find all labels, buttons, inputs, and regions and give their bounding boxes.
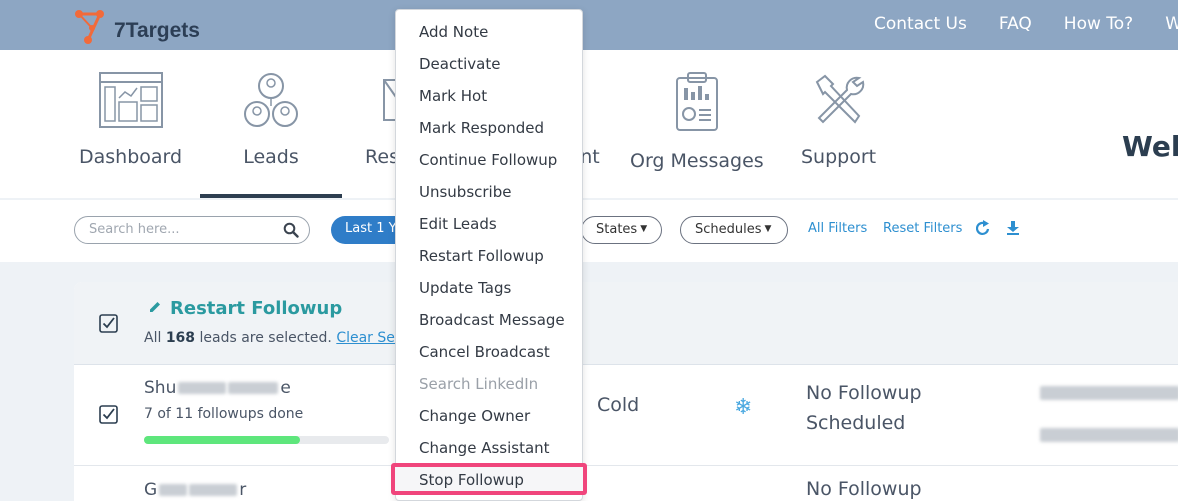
nav-org-messages[interactable]: Org Messages (630, 72, 764, 172)
menu-item-mark-hot[interactable]: Mark Hot (396, 80, 582, 112)
pencil-icon (150, 302, 160, 312)
search-input[interactable] (89, 222, 279, 237)
followup-progress-bar (144, 436, 389, 444)
top-bar: 7Targets Contact Us FAQ How To? W (0, 0, 1178, 50)
logo-text: 7Targets (114, 19, 200, 42)
followup-progress-text: 7 of 11 followups done (144, 406, 304, 422)
redacted-text (189, 484, 238, 496)
truncated-top-link[interactable]: W (1165, 14, 1178, 34)
lead-name[interactable]: Shu e (144, 378, 291, 398)
selection-suffix: leads are selected. (199, 330, 332, 346)
bulk-action-title: Restart Followup (148, 298, 342, 319)
lead-name-prefix: Shu (144, 378, 177, 398)
nav-support[interactable]: Support (801, 72, 876, 168)
dashboard-icon (98, 72, 163, 128)
schedule-line-1: No Followup (806, 382, 922, 404)
states-dropdown[interactable]: States ▼ (581, 216, 662, 244)
menu-item-stop-followup[interactable]: Stop Followup (391, 463, 587, 495)
menu-item-deactivate[interactable]: Deactivate (396, 48, 582, 80)
refresh-icon[interactable] (976, 220, 990, 236)
lead-name-suffix: e (280, 378, 291, 398)
redacted-phone (1040, 428, 1178, 442)
lead-name[interactable]: Gr (144, 480, 246, 500)
menu-item-add-note[interactable]: Add Note (396, 16, 582, 48)
chevron-down-icon: ▼ (764, 224, 772, 234)
contact-us-link[interactable]: Contact Us (874, 14, 967, 34)
nav-leads[interactable]: Leads (243, 72, 299, 168)
selection-prefix: All (144, 330, 162, 346)
selection-summary: All 168 leads are selected. Clear Sel (144, 330, 399, 346)
schedule-status: No Followup Scheduled (806, 378, 922, 438)
menu-item-cancel-broadcast[interactable]: Cancel Broadcast (396, 336, 582, 368)
select-all-checkbox[interactable] (99, 314, 118, 333)
org-messages-icon (675, 72, 718, 131)
nav-org-messages-label: Org Messages (630, 150, 764, 172)
clear-selection-link[interactable]: Clear Sel (336, 330, 398, 346)
menu-item-edit-leads[interactable]: Edit Leads (396, 208, 582, 240)
active-tab-indicator (200, 194, 342, 198)
schedule-line-2: Scheduled (806, 412, 906, 434)
nav-support-label: Support (801, 146, 877, 168)
download-icon[interactable] (1006, 220, 1020, 236)
schedules-dropdown[interactable]: Schedules ▼ (680, 216, 788, 244)
brand-logo[interactable]: 7Targets (74, 8, 200, 44)
nav-dashboard[interactable]: Dashboard (79, 72, 182, 168)
bulk-action-title-text: Restart Followup (170, 298, 343, 319)
lead-state: Cold (597, 394, 640, 416)
main-nav: Dashboard Leads Res nt Org Messages Supp… (0, 50, 1178, 198)
snowflake-icon: ❄ (734, 395, 753, 420)
table-row[interactable]: Shu e 7 of 11 followups done Cold ❄ No Fo… (74, 366, 1178, 466)
menu-item-broadcast-message[interactable]: Broadcast Message (396, 304, 582, 336)
row-checkbox[interactable] (99, 405, 118, 424)
logo-mark-icon (75, 10, 104, 44)
search-box (74, 216, 310, 244)
how-to-link[interactable]: How To? (1064, 14, 1133, 34)
menu-item-unsubscribe[interactable]: Unsubscribe (396, 176, 582, 208)
support-icon (815, 74, 864, 124)
selection-header: Restart Followup All 168 leads are selec… (74, 282, 1178, 365)
welcome-heading: Wel (1122, 130, 1178, 163)
redacted-text (228, 382, 279, 394)
redacted-text (178, 382, 227, 394)
all-filters-link[interactable]: All Filters (808, 221, 867, 236)
menu-item-change-owner[interactable]: Change Owner (396, 400, 582, 432)
menu-item-search-linkedin: Search LinkedIn (419, 375, 539, 393)
schedules-label: Schedules (695, 222, 762, 237)
menu-item-restart-followup[interactable]: Restart Followup (396, 240, 582, 272)
filter-bar: Last 1 Y States▼ Schedules▼ All Filters … (0, 200, 1178, 262)
leads-icon (244, 73, 298, 127)
chevron-down-icon: ▼ (640, 224, 648, 234)
search-icon[interactable] (283, 222, 299, 238)
lead-name-prefix: G (144, 480, 158, 500)
schedule-status: No Followup (806, 478, 922, 500)
bulk-actions-menu: Add Note Deactivate Mark Hot Mark Responded… (391, 9, 587, 501)
leads-table: Restart Followup All 168 leads are selec… (74, 282, 1178, 501)
menu-item-continue-followup[interactable]: Continue Followup (396, 144, 582, 176)
faq-link[interactable]: FAQ (999, 14, 1032, 34)
redacted-email (1040, 386, 1178, 400)
states-label: States (596, 222, 638, 237)
lead-name-suffix: r (239, 480, 247, 500)
followup-progress-fill (144, 436, 300, 444)
nav-dashboard-label: Dashboard (79, 146, 183, 168)
nav-leads-label: Leads (243, 146, 299, 168)
redacted-text (159, 484, 188, 496)
reset-filters-link[interactable]: Reset Filters (883, 221, 962, 236)
top-links: Contact Us FAQ How To? W (874, 14, 1178, 34)
selection-count: 168 (165, 330, 196, 346)
menu-item-update-tags[interactable]: Update Tags (396, 272, 582, 304)
menu-item-mark-responded[interactable]: Mark Responded (396, 112, 582, 144)
menu-item-change-assistant[interactable]: Change Assistant (396, 432, 582, 464)
